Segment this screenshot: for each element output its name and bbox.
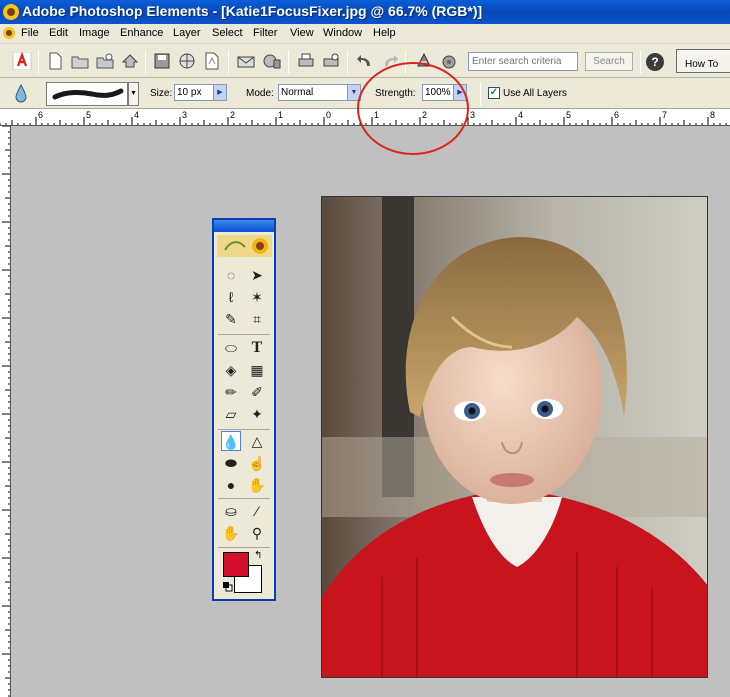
brush-stroke-icon xyxy=(52,88,124,100)
ruler-label: 5 xyxy=(566,110,571,120)
ruler-label: 6 xyxy=(614,110,619,120)
sharpen-tool-icon[interactable]: △ xyxy=(247,431,267,451)
menu-view[interactable]: View xyxy=(290,27,314,39)
save-for-web-icon[interactable] xyxy=(177,52,197,70)
print-icon[interactable] xyxy=(296,52,316,70)
selection-brush-tool-icon[interactable]: ✎ xyxy=(221,309,241,329)
ruler-label: 4 xyxy=(518,110,523,120)
how-to-label: How To xyxy=(685,59,719,70)
mode-select[interactable]: Normal xyxy=(278,84,348,101)
ruler-label: 0 xyxy=(326,110,331,120)
search-button[interactable]: Search xyxy=(585,52,633,71)
ruler-label: 1 xyxy=(278,110,283,120)
ruler-label: 8 xyxy=(710,110,715,120)
eraser-tool-icon[interactable]: ▱ xyxy=(221,404,241,424)
menu-bar: File Edit Image Enhance Layer Select Fil… xyxy=(0,24,730,44)
hand-tool-icon[interactable]: ✋ xyxy=(221,523,241,543)
menu-window[interactable]: Window xyxy=(323,27,362,39)
menu-layer[interactable]: Layer xyxy=(173,27,201,39)
size-slider-arrow[interactable]: ▶ xyxy=(214,84,227,101)
lasso-tool-icon[interactable]: ℓ xyxy=(221,287,241,307)
undo-icon[interactable] xyxy=(355,52,375,70)
sponge-tool-icon[interactable]: ⬬ xyxy=(221,453,241,473)
document-photo[interactable] xyxy=(321,196,708,678)
new-file-icon[interactable] xyxy=(45,52,65,70)
swap-colors-icon[interactable]: ↰ xyxy=(254,550,262,561)
marquee-tool-icon[interactable]: ◌ xyxy=(221,265,241,285)
adobe-logo-icon[interactable] xyxy=(12,52,32,70)
toolbox-title-bar[interactable] xyxy=(214,220,274,232)
ruler-label: 3 xyxy=(182,110,187,120)
default-colors-icon[interactable] xyxy=(223,582,233,592)
clone-stamp-tool-icon[interactable]: ⛀ xyxy=(221,501,241,521)
brush-picker-arrow[interactable]: ▼ xyxy=(128,82,139,106)
import-icon[interactable] xyxy=(120,52,140,70)
brush-preview[interactable] xyxy=(46,82,128,106)
save-icon[interactable] xyxy=(152,52,172,70)
move-tool-icon[interactable]: ➤ xyxy=(247,265,267,285)
online-services-icon[interactable] xyxy=(262,52,282,70)
ruler-label: 4 xyxy=(134,110,139,120)
red-eye-brush-tool-icon[interactable]: ✦ xyxy=(247,404,267,424)
smudge-tool-icon[interactable]: ☝ xyxy=(247,453,267,473)
shortcuts-bar: Search ? How To xyxy=(0,44,730,78)
magic-wand-tool-icon[interactable]: ✶ xyxy=(247,287,267,307)
menu-enhance[interactable]: Enhance xyxy=(120,27,163,39)
zoom-tool-icon[interactable]: ⚲ xyxy=(247,523,267,543)
color-management-icon[interactable] xyxy=(439,52,459,70)
type-tool-icon[interactable]: T xyxy=(247,338,267,358)
menu-file[interactable]: File xyxy=(21,27,39,39)
menu-filter[interactable]: Filter xyxy=(253,27,277,39)
size-label: Size: xyxy=(150,88,173,99)
menu-image[interactable]: Image xyxy=(79,27,110,39)
document-sunflower-icon[interactable] xyxy=(2,26,16,40)
mode-label: Mode: xyxy=(246,88,274,99)
foreground-color-swatch[interactable] xyxy=(223,552,249,577)
menu-edit[interactable]: Edit xyxy=(49,27,68,39)
menu-help[interactable]: Help xyxy=(373,27,396,39)
custom-shape-tool-icon[interactable]: ⬭ xyxy=(221,338,241,358)
search-input[interactable] xyxy=(468,52,578,71)
app-sunflower-icon xyxy=(3,4,19,20)
pencil-tool-icon[interactable]: ✐ xyxy=(247,382,267,402)
toolbox-palette[interactable]: ◌ ➤ ℓ ✶ ✎ ⌗ ⬭ T ◈ ▦ ✏ ✐ ▱ ✦ 💧 △ ⬬ ☝ ● ✋ … xyxy=(212,218,276,601)
dodge-tool-icon[interactable]: ● xyxy=(221,475,241,495)
email-icon[interactable] xyxy=(236,52,256,70)
pdf-icon[interactable] xyxy=(202,52,222,70)
highlight-annotation-circle xyxy=(357,62,469,155)
how-to-palette-tab[interactable]: How To xyxy=(676,49,730,73)
eyedropper-tool-icon[interactable]: ⁄ xyxy=(247,501,267,521)
window-title: Adobe Photoshop Elements - [Katie1FocusF… xyxy=(22,3,483,19)
portrait-photo-image xyxy=(322,197,707,677)
blur-tool-drop-icon[interactable] xyxy=(13,84,29,104)
use-all-layers-checkbox[interactable]: ✓ xyxy=(488,87,500,99)
help-icon[interactable]: ? xyxy=(646,53,664,71)
title-bar: Adobe Photoshop Elements - [Katie1FocusF… xyxy=(0,0,730,24)
vertical-ruler-ticks xyxy=(2,126,10,697)
ruler-label: 3 xyxy=(470,110,475,120)
ruler-label: 5 xyxy=(86,110,91,120)
ruler-label: 2 xyxy=(230,110,235,120)
use-all-layers-label: Use All Layers xyxy=(503,88,567,99)
browse-folder-icon[interactable] xyxy=(95,52,115,70)
paint-bucket-tool-icon[interactable]: ◈ xyxy=(221,360,241,380)
gradient-tool-icon[interactable]: ▦ xyxy=(247,360,267,380)
crop-tool-icon[interactable]: ⌗ xyxy=(247,309,267,329)
open-folder-icon[interactable] xyxy=(70,52,90,70)
ruler-label: 7 xyxy=(662,110,667,120)
burn-tool-icon[interactable]: ✋ xyxy=(247,475,267,495)
size-field[interactable]: 10 px xyxy=(174,84,214,101)
print-preview-icon[interactable] xyxy=(321,52,341,70)
toolbox-sunflower-header-icon xyxy=(217,235,272,257)
menu-select[interactable]: Select xyxy=(212,27,243,39)
brush-tool-icon[interactable]: ✏ xyxy=(221,382,241,402)
vertical-ruler xyxy=(0,126,11,697)
ruler-label: 6 xyxy=(38,110,43,120)
blur-tool-icon[interactable]: 💧 xyxy=(221,431,241,451)
